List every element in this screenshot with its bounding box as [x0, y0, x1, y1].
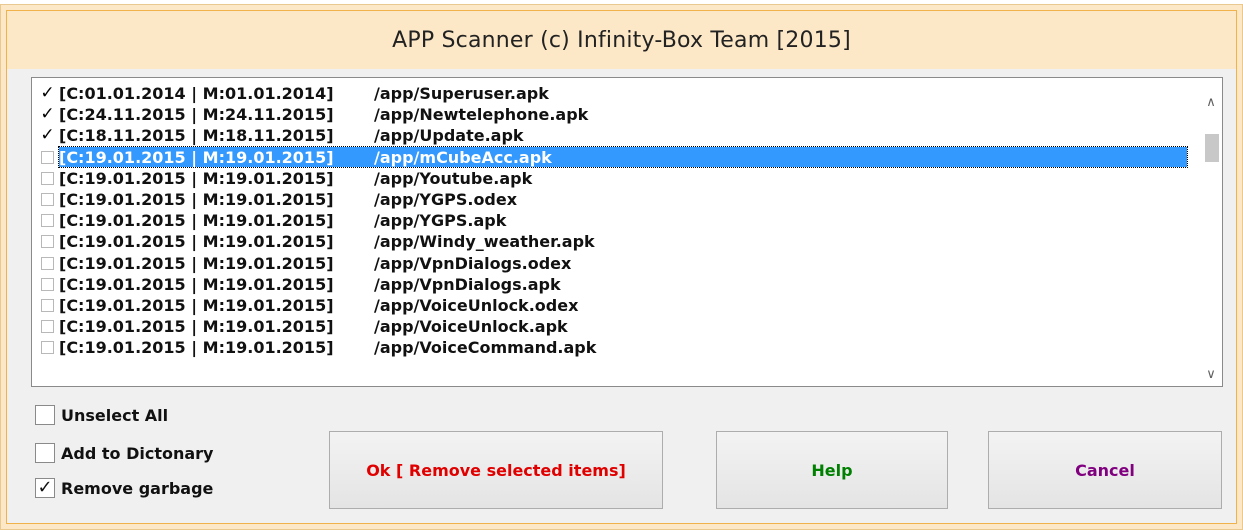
list-item-path: /app/VoiceUnlock.apk — [374, 317, 568, 337]
help-label: Help — [811, 460, 853, 480]
list-item-text: [C:19.01.2015 | M:19.01.2015] /app/YGPS.a… — [59, 211, 1187, 231]
list-item-checkbox[interactable] — [41, 277, 54, 291]
unselect-all-checkbox[interactable] — [35, 405, 55, 425]
add-to-dictionary-checkbox[interactable] — [35, 443, 55, 463]
list-item-date: [C:24.11.2015 | M:24.11.2015] — [59, 105, 334, 125]
list-item[interactable]: ✓ [C:01.01.2014 | M:01.01.2014] /app/Super… — [32, 83, 1202, 104]
list-item-checkbox[interactable] — [41, 320, 54, 334]
list-item-path: /app/VpnDialogs.odex — [374, 253, 572, 273]
list-item-checkbox[interactable] — [41, 235, 54, 249]
list-item-date: [C:19.01.2015 | M:19.01.2015] — [59, 147, 334, 167]
list-item[interactable]: [C:19.01.2015 | M:19.01.2015] /app/Youtub… — [32, 168, 1202, 189]
cancel-button[interactable]: Cancel — [988, 431, 1222, 509]
list-item-path: /app/YGPS.odex — [374, 190, 518, 210]
list-item-text: [C:18.11.2015 | M:18.11.2015] /app/Update… — [59, 126, 1187, 146]
list-item-checkbox[interactable] — [41, 256, 54, 270]
file-listbox[interactable]: ✓ [C:01.01.2014 | M:01.01.2014] /app/Super… — [31, 77, 1223, 387]
list-item-path: /app/Windy_weather.apk — [374, 232, 595, 252]
list-item-path: /app/Newtelephone.apk — [374, 105, 589, 125]
list-item-text: [C:24.11.2015 | M:24.11.2015] /app/Newtel… — [59, 105, 1187, 125]
list-item-path: /app/Superuser.apk — [374, 84, 549, 104]
vertical-scrollbar[interactable]: ∧ ∨ — [1200, 78, 1222, 386]
list-item-date: [C:19.01.2015 | M:19.01.2015] — [59, 317, 334, 337]
list-item-path: /app/Youtube.apk — [374, 168, 533, 188]
list-item-checkbox[interactable] — [41, 298, 54, 312]
list-item[interactable]: [C:19.01.2015 | M:19.01.2015] /app/VoiceU… — [32, 295, 1202, 316]
list-item-text: [C:19.01.2015 | M:19.01.2015] /app/VoiceU… — [59, 295, 1187, 315]
list-item[interactable]: [C:19.01.2015 | M:19.01.2015] /app/VpnDia… — [32, 253, 1202, 274]
list-item-date: [C:01.01.2014 | M:01.01.2014] — [59, 84, 334, 104]
list-item[interactable]: ✓ [C:18.11.2015 | M:18.11.2015] /app/Updat… — [32, 125, 1202, 146]
list-item-path: /app/Update.apk — [374, 126, 524, 146]
list-item[interactable]: [C:19.01.2015 | M:19.01.2015] /app/YGPS.a… — [32, 210, 1202, 231]
list-item-date: [C:18.11.2015 | M:18.11.2015] — [59, 126, 334, 146]
list-item-checkbox[interactable]: ✓ — [40, 106, 54, 123]
list-item-text: [C:19.01.2015 | M:19.01.2015] /app/VpnDia… — [59, 274, 1187, 294]
list-item[interactable]: [C:19.01.2015 | M:19.01.2015] /app/mCubeA… — [32, 146, 1202, 169]
list-item-checkbox[interactable] — [41, 341, 54, 355]
remove-garbage-label: Remove garbage — [61, 478, 214, 498]
chevron-up-icon[interactable]: ∧ — [1200, 90, 1222, 114]
scrollbar-thumb[interactable] — [1205, 134, 1219, 162]
list-item[interactable]: [C:19.01.2015 | M:19.01.2015] /app/YGPS.o… — [32, 189, 1202, 210]
list-item-checkbox[interactable] — [41, 214, 54, 228]
list-item-path: /app/YGPS.apk — [374, 211, 507, 231]
unselect-all-label: Unselect All — [61, 405, 169, 425]
list-item-date: [C:19.01.2015 | M:19.01.2015] — [59, 295, 334, 315]
list-item-text: [C:19.01.2015 | M:19.01.2015] /app/VoiceU… — [59, 317, 1187, 337]
list-item-checkbox[interactable]: ✓ — [40, 85, 54, 102]
add-to-dictionary-label: Add to Dictonary — [61, 443, 214, 463]
list-item-date: [C:19.01.2015 | M:19.01.2015] — [59, 168, 334, 188]
unselect-all-option[interactable]: Unselect All — [35, 405, 168, 425]
list-item-checkbox[interactable] — [41, 150, 54, 164]
list-item-checkbox[interactable] — [41, 171, 54, 185]
list-item-path: /app/VoiceCommand.apk — [374, 338, 597, 358]
window-title: APP Scanner (c) Infinity-Box Team [2015] — [392, 27, 851, 53]
list-item-text: [C:19.01.2015 | M:19.01.2015] /app/YGPS.o… — [59, 190, 1187, 210]
list-item-text: [C:01.01.2014 | M:01.01.2014] /app/Superu… — [59, 84, 1187, 104]
ok-remove-button[interactable]: Ok [ Remove selected items] — [329, 431, 663, 509]
list-item-date: [C:19.01.2015 | M:19.01.2015] — [59, 232, 334, 252]
list-item-path: /app/VoiceUnlock.odex — [374, 295, 579, 315]
list-item-checkbox[interactable]: ✓ — [40, 127, 54, 144]
list-item-date: [C:19.01.2015 | M:19.01.2015] — [59, 211, 334, 231]
list-item-path: /app/mCubeAcc.apk — [374, 147, 552, 167]
cancel-label: Cancel — [1075, 460, 1135, 480]
chevron-down-icon[interactable]: ∨ — [1200, 362, 1222, 386]
list-item[interactable]: [C:19.01.2015 | M:19.01.2015] /app/Windy_… — [32, 231, 1202, 252]
list-item[interactable]: [C:19.01.2015 | M:19.01.2015] /app/VoiceC… — [32, 337, 1202, 358]
list-item-text: [C:19.01.2015 | M:19.01.2015] /app/VoiceC… — [59, 338, 1187, 358]
list-item-date: [C:19.01.2015 | M:19.01.2015] — [59, 338, 334, 358]
ok-remove-label: Ok [ Remove selected items] — [366, 460, 626, 480]
list-item[interactable]: [C:19.01.2015 | M:19.01.2015] /app/VpnDia… — [32, 274, 1202, 295]
help-button[interactable]: Help — [716, 431, 948, 509]
add-to-dictionary-option[interactable]: Add to Dictonary — [35, 443, 213, 463]
remove-garbage-option[interactable]: ✓ Remove garbage — [35, 478, 213, 498]
list-item-path: /app/VpnDialogs.apk — [374, 274, 561, 294]
list-item-date: [C:19.01.2015 | M:19.01.2015] — [59, 190, 334, 210]
list-item-text: [C:19.01.2015 | M:19.01.2015] /app/VpnDia… — [59, 253, 1187, 273]
list-rows: ✓ [C:01.01.2014 | M:01.01.2014] /app/Super… — [32, 78, 1202, 358]
list-item-text: [C:19.01.2015 | M:19.01.2015] /app/mCubeA… — [58, 146, 1188, 169]
list-item-text: [C:19.01.2015 | M:19.01.2015] /app/Windy_… — [59, 232, 1187, 252]
list-item-date: [C:19.01.2015 | M:19.01.2015] — [59, 253, 334, 273]
list-item-checkbox[interactable] — [41, 193, 54, 207]
list-item-text: [C:19.01.2015 | M:19.01.2015] /app/Youtub… — [59, 168, 1187, 188]
title-bar[interactable]: APP Scanner (c) Infinity-Box Team [2015] — [7, 11, 1236, 69]
list-item[interactable]: [C:19.01.2015 | M:19.01.2015] /app/VoiceU… — [32, 316, 1202, 337]
list-item[interactable]: ✓ [C:24.11.2015 | M:24.11.2015] /app/Newte… — [32, 104, 1202, 125]
remove-garbage-checkbox[interactable]: ✓ — [35, 478, 55, 498]
app-scanner-window: APP Scanner (c) Infinity-Box Team [2015]… — [6, 10, 1237, 524]
list-item-date: [C:19.01.2015 | M:19.01.2015] — [59, 274, 334, 294]
